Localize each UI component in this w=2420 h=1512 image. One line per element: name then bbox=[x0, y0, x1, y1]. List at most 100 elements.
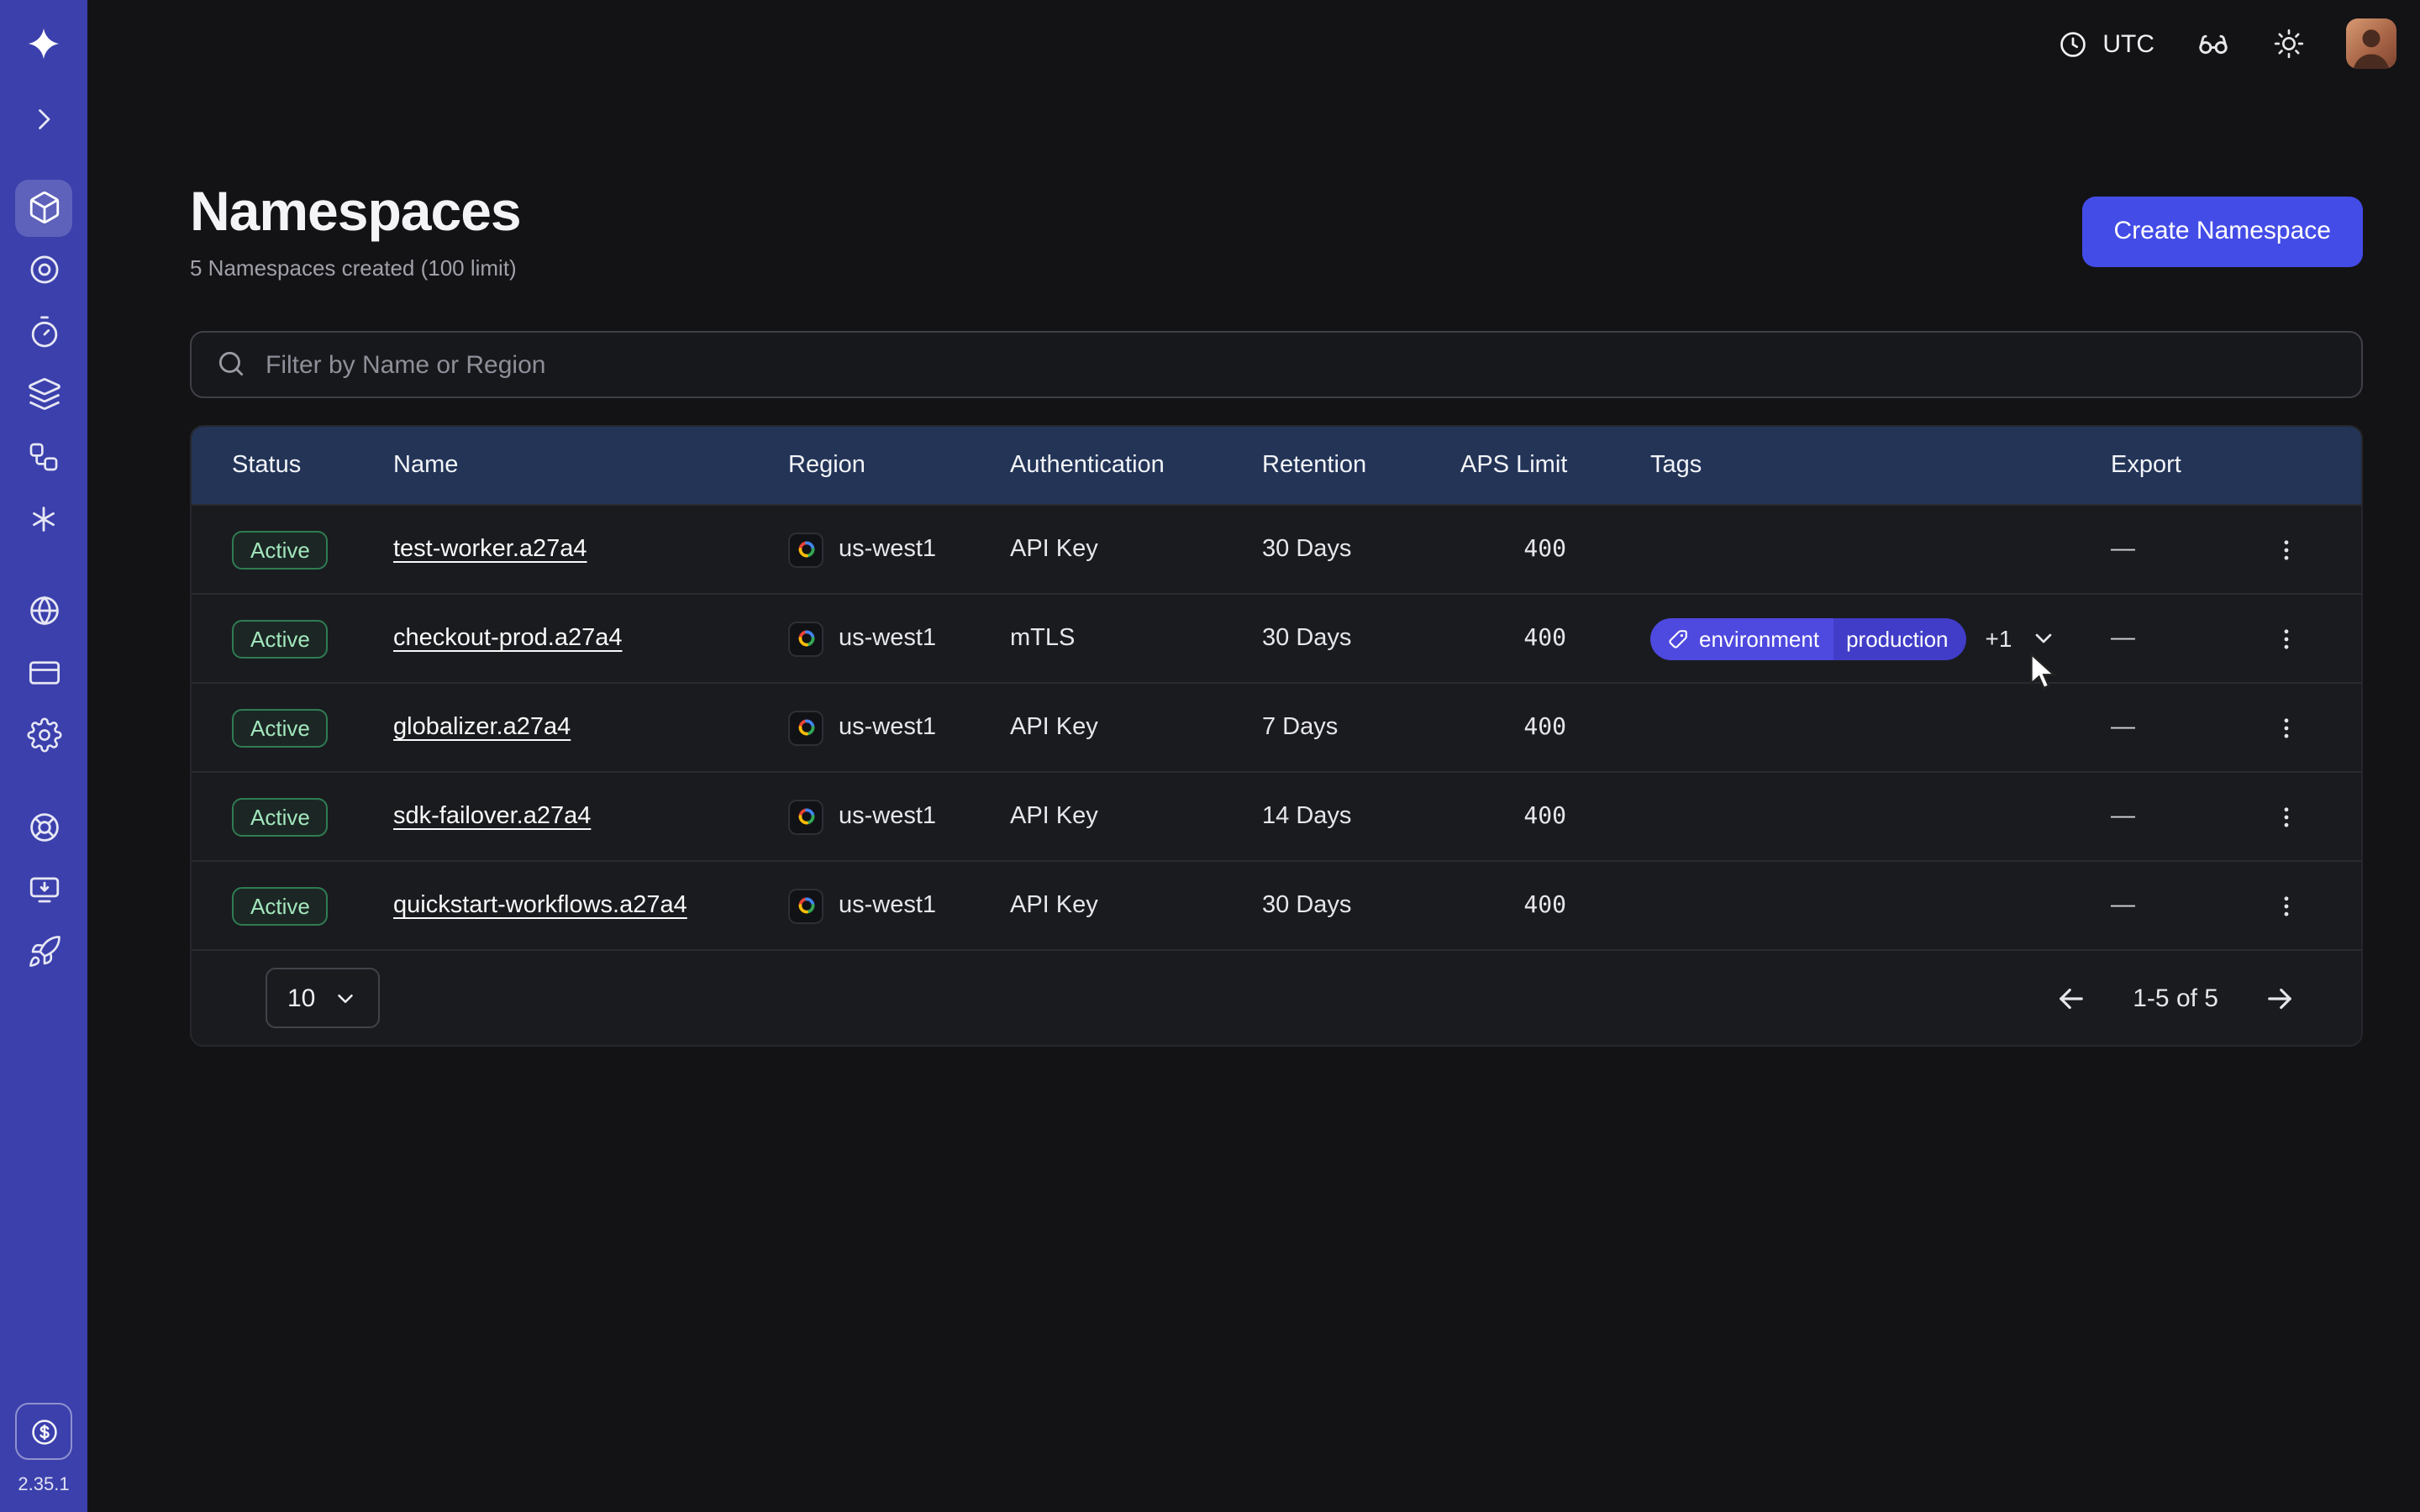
table-row: Active globalizer.a27a4 us-west1 API Key… bbox=[192, 683, 2361, 772]
timezone-label: UTC bbox=[2102, 29, 2154, 58]
sidebar-item-globe-icon[interactable] bbox=[15, 582, 72, 639]
export-dash: — bbox=[2111, 715, 2135, 742]
filter-input[interactable] bbox=[190, 332, 2363, 399]
page-subtitle: 5 Namespaces created (100 limit) bbox=[190, 256, 521, 281]
col-retention: Retention bbox=[1262, 453, 1460, 480]
status-badge: Active bbox=[232, 531, 329, 570]
topbar: UTC bbox=[87, 0, 2420, 87]
search-icon bbox=[215, 349, 247, 389]
namespace-link[interactable]: sdk-failover.a27a4 bbox=[393, 804, 591, 831]
sidebar-item-lifebuoy-icon[interactable] bbox=[15, 799, 72, 856]
retention-cell: 7 Days bbox=[1262, 715, 1460, 742]
row-actions-kebab[interactable] bbox=[2265, 529, 2307, 571]
sidebar-item-workflow-icon[interactable] bbox=[15, 428, 72, 485]
aps-limit-cell: 400 bbox=[1460, 626, 1650, 653]
table-row: Active sdk-failover.a27a4 us-west1 API K… bbox=[192, 772, 2361, 861]
col-aps-limit: APS Limit bbox=[1460, 453, 1650, 480]
auth-cell: API Key bbox=[1010, 715, 1262, 742]
avatar[interactable] bbox=[2346, 18, 2396, 69]
sidebar-expand-chevron-right-icon[interactable] bbox=[15, 90, 72, 147]
aps-limit-cell: 400 bbox=[1460, 537, 1650, 564]
row-actions-kebab[interactable] bbox=[2265, 885, 2307, 927]
auth-cell: API Key bbox=[1010, 804, 1262, 831]
row-actions-kebab[interactable] bbox=[2265, 707, 2307, 749]
export-dash: — bbox=[2111, 537, 2135, 564]
col-status: Status bbox=[232, 453, 393, 480]
sidebar-item-rocket-icon[interactable] bbox=[15, 923, 72, 980]
aps-limit-cell: 400 bbox=[1460, 893, 1650, 920]
gcp-cloud-icon bbox=[788, 533, 823, 568]
theme-toggle-sun-icon[interactable] bbox=[2272, 27, 2306, 60]
sidebar-item-credit-card-icon[interactable] bbox=[15, 644, 72, 701]
export-dash: — bbox=[2111, 804, 2135, 831]
sidebar-item-layers-icon[interactable] bbox=[15, 365, 72, 423]
row-actions-kebab[interactable] bbox=[2265, 796, 2307, 838]
retention-cell: 30 Days bbox=[1262, 893, 1460, 920]
status-badge: Active bbox=[232, 887, 329, 926]
app-version: 2.35.1 bbox=[18, 1475, 69, 1495]
region-label: us-west1 bbox=[839, 893, 936, 920]
status-badge: Active bbox=[232, 798, 329, 837]
col-region: Region bbox=[788, 453, 1010, 480]
export-dash: — bbox=[2111, 893, 2135, 920]
namespace-link[interactable]: test-worker.a27a4 bbox=[393, 537, 587, 564]
namespace-link[interactable]: checkout-prod.a27a4 bbox=[393, 626, 623, 653]
row-actions-kebab[interactable] bbox=[2265, 618, 2307, 660]
aps-limit-cell: 400 bbox=[1460, 804, 1650, 831]
auth-cell: API Key bbox=[1010, 537, 1262, 564]
sidebar-item-target-icon[interactable] bbox=[15, 241, 72, 298]
page-title: Namespaces bbox=[190, 181, 521, 243]
retention-cell: 30 Days bbox=[1262, 537, 1460, 564]
retention-cell: 30 Days bbox=[1262, 626, 1460, 653]
table-footer: 10 1-5 of 5 bbox=[192, 950, 2361, 1046]
status-badge: Active bbox=[232, 709, 329, 748]
gcp-cloud-icon bbox=[788, 889, 823, 924]
table-body: Active test-worker.a27a4 us-west1 API Ke… bbox=[192, 505, 2361, 950]
usage-dollar-icon[interactable] bbox=[15, 1403, 72, 1460]
tag-key-label: environment bbox=[1699, 627, 1819, 652]
tag-pill[interactable]: environment production bbox=[1650, 618, 1967, 660]
page-size-select[interactable]: 10 bbox=[266, 969, 379, 1029]
tag-icon bbox=[1667, 628, 1689, 650]
tag-expand-chevron-down-icon[interactable] bbox=[2030, 626, 2057, 653]
region-label: us-west1 bbox=[839, 715, 936, 742]
sidebar-item-gear-icon[interactable] bbox=[15, 706, 72, 764]
export-dash: — bbox=[2111, 626, 2135, 653]
gcp-cloud-icon bbox=[788, 711, 823, 746]
auth-cell: mTLS bbox=[1010, 626, 1262, 653]
tag-more-count[interactable]: +1 bbox=[1986, 626, 2012, 653]
timezone-button[interactable]: UTC bbox=[2057, 28, 2154, 60]
main-content: Namespaces 5 Namespaces created (100 lim… bbox=[87, 87, 2420, 1047]
col-tags: Tags bbox=[1650, 453, 2111, 480]
tag-value-label: production bbox=[1833, 618, 1966, 660]
table-header: Status Name Region Authentication Retent… bbox=[192, 428, 2361, 505]
namespace-link[interactable]: quickstart-workflows.a27a4 bbox=[393, 893, 687, 920]
glasses-icon-button[interactable] bbox=[2195, 25, 2232, 62]
retention-cell: 14 Days bbox=[1262, 804, 1460, 831]
sidebar: 2.35.1 bbox=[0, 0, 87, 1512]
sidebar-item-asterisk-icon[interactable] bbox=[15, 490, 72, 547]
gcp-cloud-icon bbox=[788, 800, 823, 835]
status-badge: Active bbox=[232, 620, 329, 659]
create-namespace-button[interactable]: Create Namespace bbox=[2082, 196, 2363, 266]
col-name: Name bbox=[393, 453, 788, 480]
page-range: 1-5 of 5 bbox=[2133, 984, 2218, 1013]
table-row: Active test-worker.a27a4 us-west1 API Ke… bbox=[192, 505, 2361, 594]
namespaces-table: Status Name Region Authentication Retent… bbox=[190, 426, 2363, 1047]
sidebar-item-monitor-arrow-icon[interactable] bbox=[15, 861, 72, 918]
temporal-logo-icon[interactable] bbox=[15, 15, 72, 72]
namespace-link[interactable]: globalizer.a27a4 bbox=[393, 715, 571, 742]
table-row: Active quickstart-workflows.a27a4 us-wes… bbox=[192, 861, 2361, 950]
page-size-value: 10 bbox=[287, 984, 315, 1013]
aps-limit-cell: 400 bbox=[1460, 715, 1650, 742]
next-page-button[interactable] bbox=[2259, 978, 2301, 1020]
glasses-icon bbox=[2195, 25, 2232, 62]
table-row: Active checkout-prod.a27a4 us-west1 mTLS… bbox=[192, 594, 2361, 683]
sidebar-item-namespaces-cube-icon[interactable] bbox=[15, 179, 72, 236]
clock-icon bbox=[2057, 28, 2089, 60]
region-label: us-west1 bbox=[839, 537, 936, 564]
prev-page-button[interactable] bbox=[2050, 978, 2092, 1020]
region-label: us-west1 bbox=[839, 626, 936, 653]
region-label: us-west1 bbox=[839, 804, 936, 831]
sidebar-item-timer-icon[interactable] bbox=[15, 303, 72, 360]
